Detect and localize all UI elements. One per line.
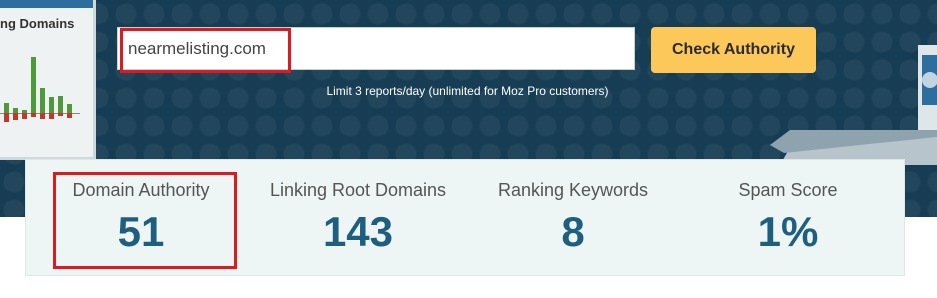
chart-bar xyxy=(4,103,9,113)
stat-spam-score: Spam Score 1% xyxy=(688,160,888,277)
chart-bar xyxy=(31,57,36,113)
stat-label: Linking Root Domains xyxy=(269,180,447,200)
stat-value: 1% xyxy=(757,208,819,255)
stat-ranking-keywords: Ranking Keywords 8 xyxy=(473,160,673,277)
chart-bar xyxy=(67,104,72,113)
stat-label: Domain Authority xyxy=(72,180,210,200)
panel-title: ng Domains xyxy=(0,16,75,31)
stat-domain-authority: Domain Authority 51 xyxy=(41,160,241,277)
stat-value: 8 xyxy=(561,208,585,255)
stat-value: 143 xyxy=(322,208,394,255)
chart-bar xyxy=(22,113,27,119)
chart-bar xyxy=(58,113,63,116)
stat-linking-root-domains: Linking Root Domains 143 xyxy=(258,160,458,277)
chart-bar xyxy=(4,113,9,122)
domain-search-input[interactable] xyxy=(117,27,635,70)
chart-bar xyxy=(40,88,45,113)
stat-label: Ranking Keywords xyxy=(497,180,649,200)
stats-card: Domain Authority 51 Linking Root Domains… xyxy=(25,159,905,276)
limit-note: Limit 3 reports/day (unlimited for Moz P… xyxy=(326,84,609,98)
check-authority-button[interactable]: Check Authority xyxy=(651,27,816,73)
chart-bar xyxy=(40,113,45,119)
stat-value: 51 xyxy=(117,208,165,255)
stat-label: Spam Score xyxy=(738,180,838,200)
chart-bar xyxy=(31,113,36,117)
chart-bar xyxy=(58,96,63,113)
decorative-chart-panel: ng Domains xyxy=(0,0,96,160)
panel-header-bar xyxy=(0,0,93,8)
chart-bar xyxy=(49,97,54,113)
chart-bar xyxy=(67,113,72,118)
chart-bar xyxy=(49,113,54,119)
chart-bar xyxy=(13,113,18,120)
